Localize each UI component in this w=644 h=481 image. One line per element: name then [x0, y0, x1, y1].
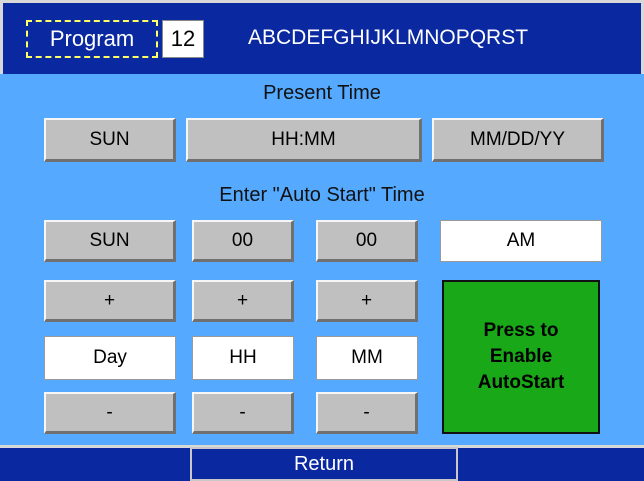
day-minus-button[interactable]: -	[44, 392, 176, 434]
autostart-title: Enter "Auto Start" Time	[219, 184, 425, 206]
hour-minus-button[interactable]: -	[192, 392, 294, 434]
footer-left-panel	[4, 448, 188, 481]
present-date-button[interactable]: MM/DD/YY	[432, 118, 604, 162]
return-button[interactable]: Return	[190, 447, 458, 481]
enable-autostart-button[interactable]: Press to Enable AutoStart	[442, 280, 600, 434]
minute-label: MM	[316, 336, 418, 380]
day-plus-button[interactable]: +	[44, 280, 176, 322]
program-label: Program	[26, 20, 158, 58]
present-time-button[interactable]: HH:MM	[186, 118, 422, 162]
present-time-title: Present Time	[263, 82, 381, 104]
day-label: Day	[44, 336, 176, 380]
ampm-button[interactable]: AM	[440, 220, 602, 262]
minute-minus-button[interactable]: -	[316, 392, 418, 434]
enable-autostart-label: Press to Enable AutoStart	[477, 320, 565, 393]
present-day-button[interactable]: SUN	[44, 118, 176, 162]
hour-plus-button[interactable]: +	[192, 280, 294, 322]
hour-label: HH	[192, 336, 294, 380]
program-number-field[interactable]: 12	[162, 20, 204, 58]
autostart-minute-button[interactable]: 00	[316, 220, 418, 262]
autostart-day-button[interactable]: SUN	[44, 220, 176, 262]
autostart-hour-button[interactable]: 00	[192, 220, 294, 262]
hmi-screen: Program 12 ABCDEFGHIJKLMNOPQRST Present …	[0, 0, 644, 481]
minute-plus-button[interactable]: +	[316, 280, 418, 322]
program-name: ABCDEFGHIJKLMNOPQRST	[248, 26, 529, 49]
